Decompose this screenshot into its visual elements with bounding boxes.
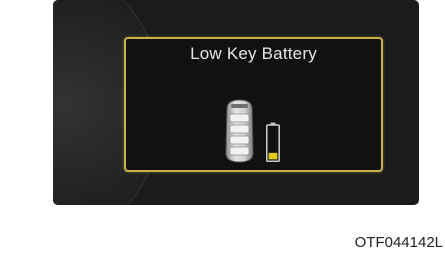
- warning-panel: Low Key Battery: [124, 37, 383, 172]
- battery-level-fill: [268, 152, 278, 160]
- warning-message: Low Key Battery: [190, 44, 317, 63]
- cluster-display: Low Key Battery: [53, 0, 419, 205]
- smart-key-icon: [225, 99, 254, 163]
- figure-code: OTF044142L: [354, 234, 443, 251]
- low-battery-icon: [266, 122, 280, 162]
